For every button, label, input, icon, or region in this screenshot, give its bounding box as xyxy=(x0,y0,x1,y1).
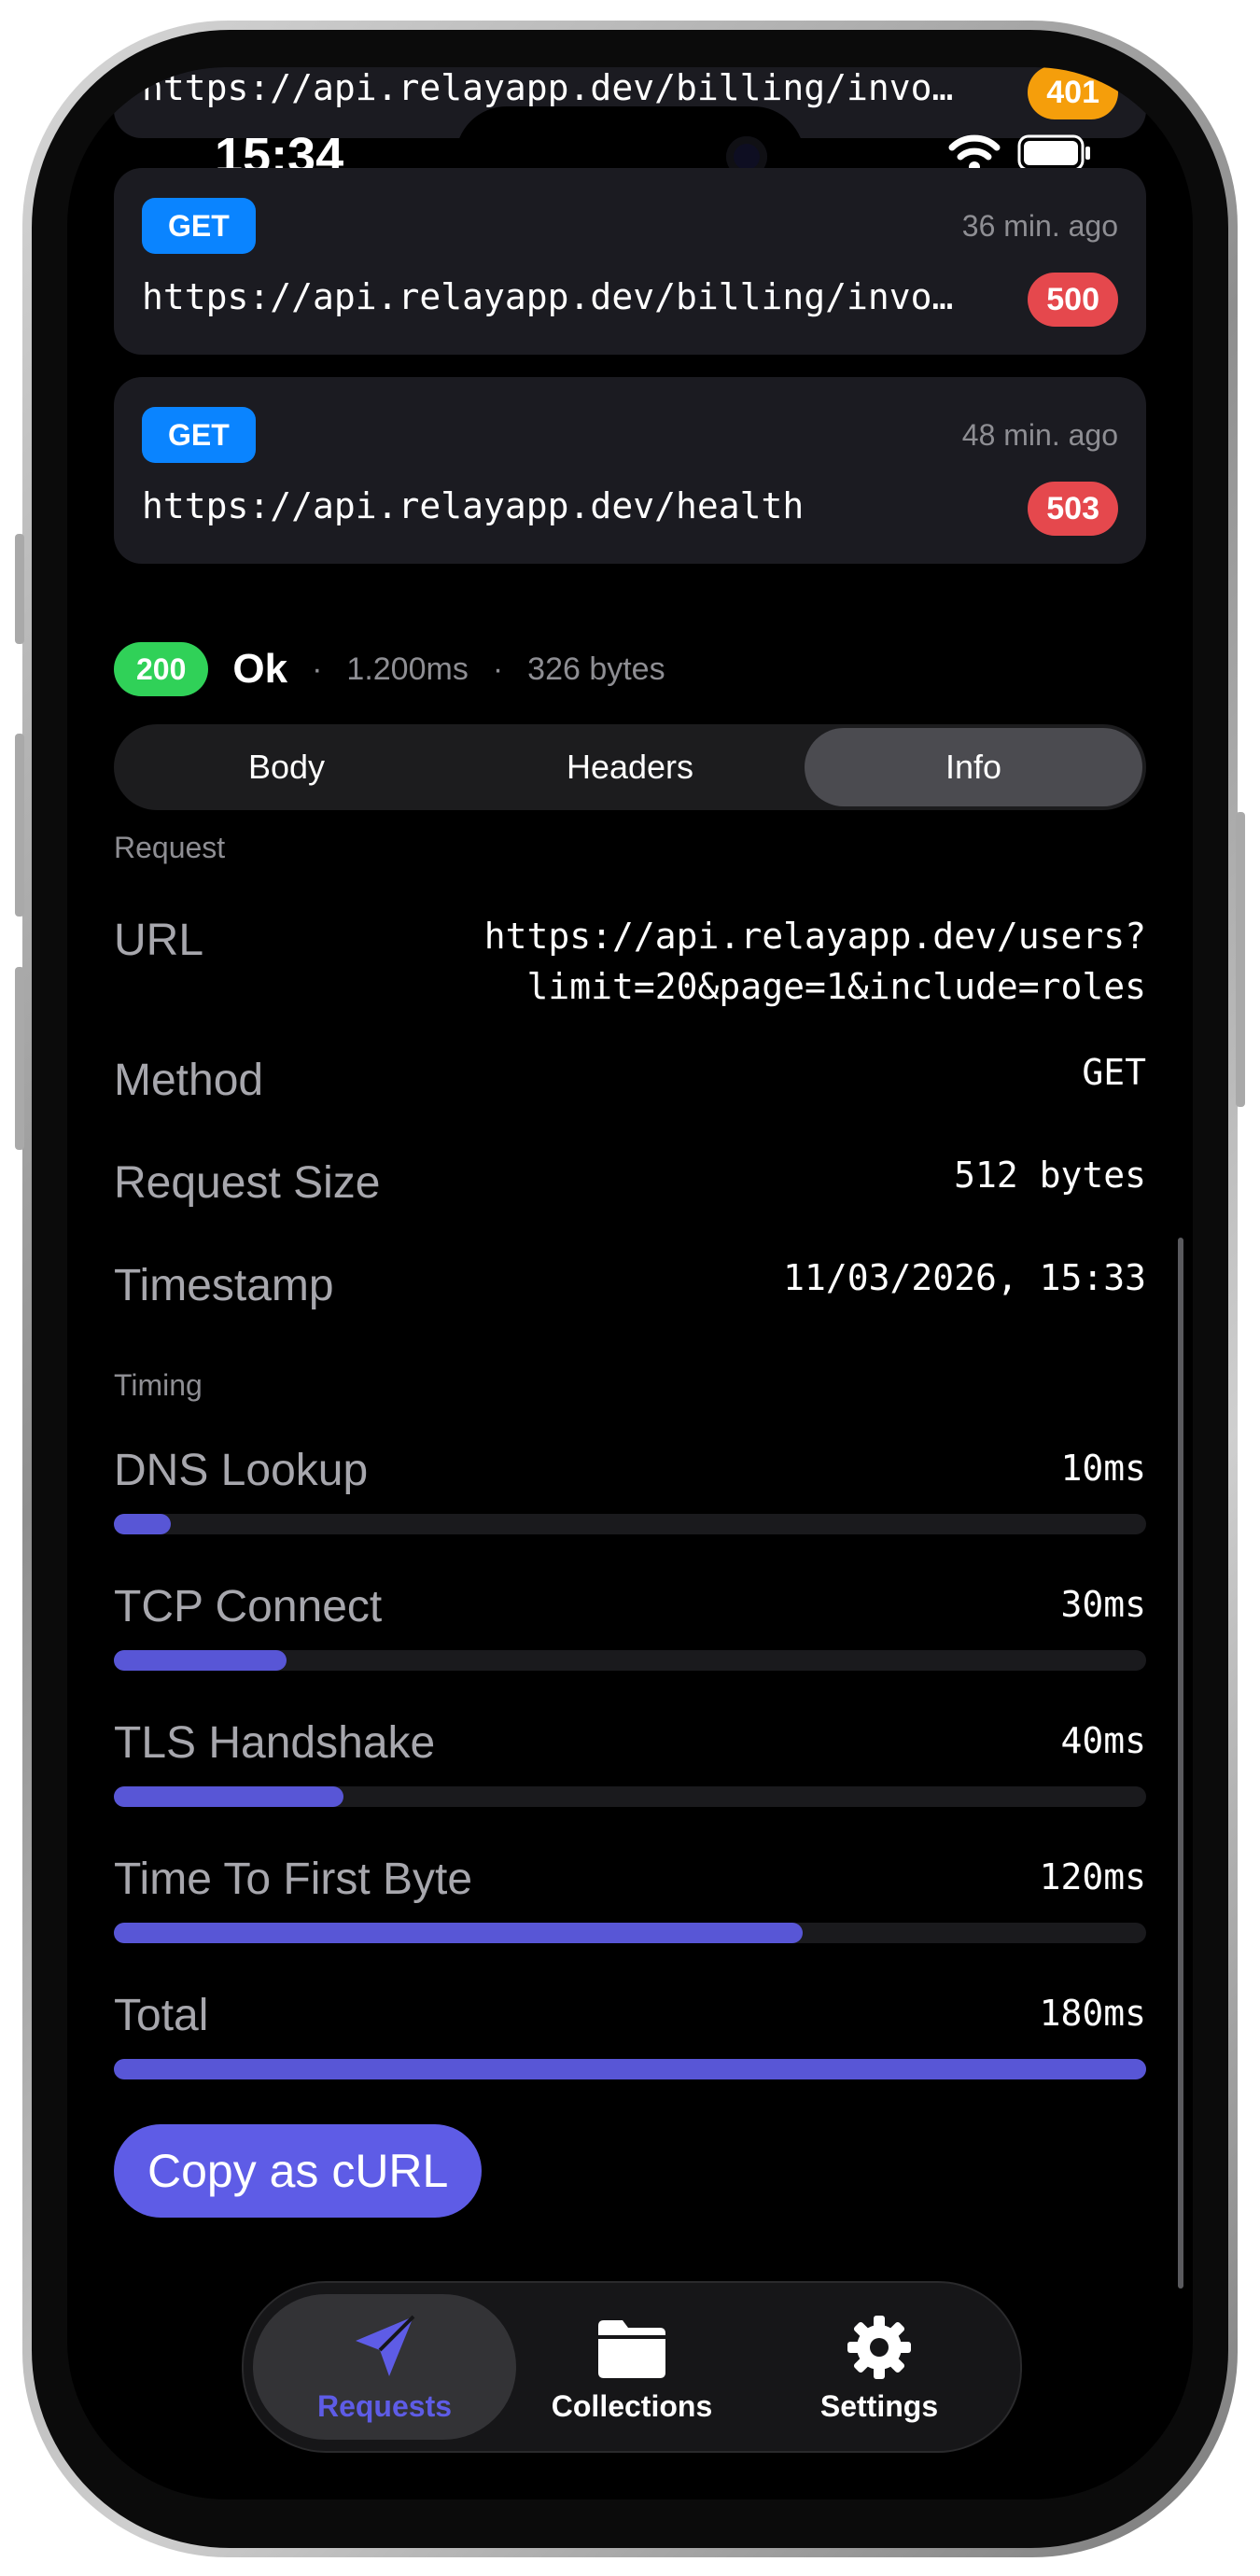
status-code-badge: 401 xyxy=(1028,67,1118,119)
timing-bar-track xyxy=(114,1650,1146,1671)
timing-value: 10ms xyxy=(1060,1448,1146,1489)
scrollbar[interactable] xyxy=(1178,1238,1183,2289)
action-button xyxy=(15,534,24,644)
app-screen: https://api.relayapp.dev/billing/invo… 4… xyxy=(67,67,1193,2499)
method-badge: GET xyxy=(142,198,256,254)
timing-value: 30ms xyxy=(1060,1584,1146,1625)
timing-label: TLS Handshake xyxy=(114,1718,436,1768)
request-size-label: Request Size xyxy=(114,1158,381,1208)
url-value-line-1: https://api.relayapp.dev/users? xyxy=(483,916,1146,957)
timing-bar-fill xyxy=(114,1514,171,1534)
history-card[interactable]: GET 36 min. ago https://api.relayapp.dev… xyxy=(114,168,1146,355)
volume-down-button xyxy=(15,967,24,1150)
url-label: URL xyxy=(114,916,204,965)
paper-plane-icon xyxy=(356,2315,415,2376)
tab-bar: Requests Collections Settings xyxy=(242,2281,1022,2453)
timing-bar-track xyxy=(114,1786,1146,1807)
gear-icon xyxy=(847,2316,911,2379)
timing-label: TCP Connect xyxy=(114,1582,383,1631)
timing-value: 40ms xyxy=(1060,1720,1146,1761)
tab-requests[interactable]: Requests xyxy=(253,2294,516,2440)
tab-settings[interactable]: Settings xyxy=(748,2294,1011,2440)
section-title-timing: Timing xyxy=(114,1368,203,1402)
timing-bar-track xyxy=(114,1514,1146,1534)
status-code-badge: 200 xyxy=(114,642,209,696)
timing-bar-track xyxy=(114,1923,1146,1943)
copy-as-curl-button[interactable]: Copy as cURL xyxy=(114,2124,483,2218)
timing-value: 120ms xyxy=(1039,1856,1146,1897)
tab-requests-label: Requests xyxy=(316,2389,453,2423)
timing-bar-fill xyxy=(114,1786,343,1807)
timing-bar-fill xyxy=(114,2059,1146,2079)
status-text: Ok xyxy=(232,646,288,692)
timing-label: DNS Lookup xyxy=(114,1446,369,1495)
response-duration: 1.200ms xyxy=(346,651,469,687)
url-value: https://api.relayapp.dev/users? limit=20… xyxy=(484,911,1146,1012)
separator-dot: · xyxy=(312,651,323,687)
tab-headers[interactable]: Headers xyxy=(461,728,799,806)
request-time-ago: 48 min. ago xyxy=(961,418,1118,452)
tab-info[interactable]: Info xyxy=(805,728,1142,806)
request-url: https://api.relayapp.dev/billing/invo… xyxy=(142,67,954,108)
status-code-badge: 503 xyxy=(1028,482,1118,536)
volume-up-button xyxy=(15,734,24,917)
request-size-value: 512 bytes xyxy=(954,1155,1146,1196)
power-button xyxy=(1236,812,1245,1107)
timing-bar-track xyxy=(114,2059,1146,2079)
timestamp-label: Timestamp xyxy=(114,1261,334,1310)
method-value: GET xyxy=(1082,1052,1146,1093)
folder-icon xyxy=(598,2320,665,2378)
separator-dot: · xyxy=(492,651,504,687)
timing-label: Total xyxy=(114,1991,209,2040)
timing-bar-fill xyxy=(114,1923,803,1943)
battery-icon xyxy=(1017,134,1090,172)
status-code-badge: 500 xyxy=(1028,273,1118,327)
request-url: https://api.relayapp.dev/billing/invoice… xyxy=(142,276,973,317)
timing-bar-fill xyxy=(114,1650,287,1671)
request-url: https://api.relayapp.dev/health xyxy=(142,485,805,526)
tab-settings-label: Settings xyxy=(819,2389,939,2423)
response-status-row: 200 Ok · 1.200ms · 326 bytes xyxy=(114,642,665,696)
timing-value: 180ms xyxy=(1039,1993,1146,2034)
section-title-request: Request xyxy=(114,831,226,864)
history-card[interactable]: GET 48 min. ago https://api.relayapp.dev… xyxy=(114,377,1146,564)
timestamp-value: 11/03/2026, 15:33 xyxy=(783,1257,1146,1298)
tab-body[interactable]: Body xyxy=(118,728,455,806)
tab-collections-label: Collections xyxy=(551,2389,713,2423)
method-label: Method xyxy=(114,1056,264,1105)
response-size: 326 bytes xyxy=(527,651,665,687)
request-time-ago: 36 min. ago xyxy=(961,209,1118,243)
timing-label: Time To First Byte xyxy=(114,1855,473,1904)
method-badge: GET xyxy=(142,407,256,463)
response-tabs: Body Headers Info xyxy=(114,724,1146,810)
tab-collections[interactable]: Collections xyxy=(500,2294,763,2440)
url-value-line-2: limit=20&page=1&include=roles xyxy=(526,966,1146,1007)
